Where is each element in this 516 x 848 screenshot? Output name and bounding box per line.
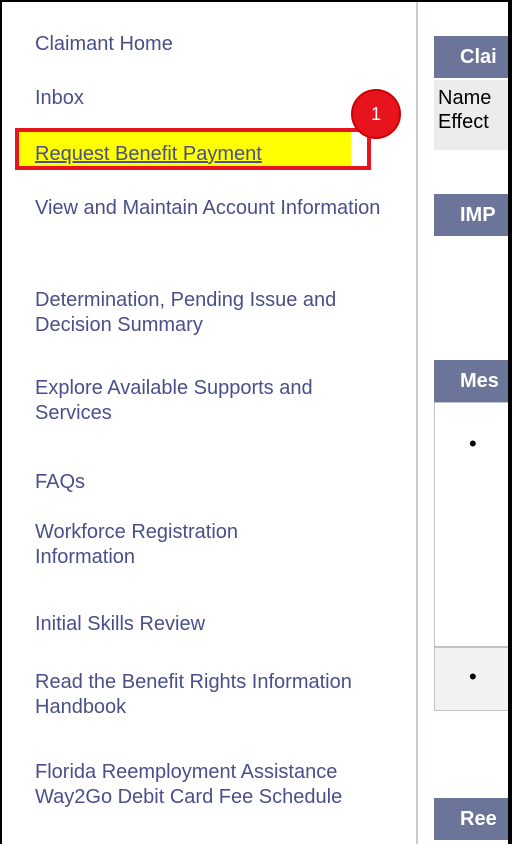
sidebar-item-initial-skills-review[interactable]: Initial Skills Review <box>35 612 205 637</box>
name-label: Name <box>438 87 492 109</box>
message-bullet: • <box>469 664 477 689</box>
annotation-step-badge: 1 <box>351 89 401 139</box>
sidebar-item-faqs[interactable]: FAQs <box>35 470 85 495</box>
reemployment-section-header: Ree <box>434 798 508 840</box>
sidebar-item-determination-summary[interactable]: Determination, Pending Issue and Decisio… <box>35 288 415 338</box>
effective-date-label: Effect <box>438 111 489 133</box>
sidebar-item-way2go-fee-schedule[interactable]: Florida Reemployment Assistance Way2Go D… <box>35 760 355 810</box>
sidebar-nav: Claimant Home Inbox Request Benefit Paym… <box>2 2 416 844</box>
message-box-primary: • <box>434 402 508 647</box>
sidebar-item-inbox[interactable]: Inbox <box>35 86 84 111</box>
annotation-highlight-box <box>15 128 371 170</box>
sidebar-item-benefit-rights-handbook[interactable]: Read the Benefit Rights Information Hand… <box>35 670 355 720</box>
browser-frame: Claimant Home Inbox Request Benefit Paym… <box>0 0 512 844</box>
claim-info-box: Name Effect <box>434 80 508 150</box>
message-bullet: • <box>469 431 477 456</box>
messages-section-header: Mes <box>434 360 508 402</box>
main-content: Clai Name Effect IMP Mes • • Ree <box>418 2 508 844</box>
message-box-secondary: • <box>434 647 508 711</box>
sidebar-item-view-maintain-account[interactable]: View and Maintain Account Information <box>35 196 395 221</box>
sidebar-item-workforce-registration[interactable]: Workforce Registration Information <box>35 520 335 570</box>
claim-section-header: Clai <box>434 36 508 78</box>
sidebar-item-claimant-home[interactable]: Claimant Home <box>35 32 173 57</box>
important-section-header: IMP <box>434 194 508 236</box>
sidebar-item-explore-supports[interactable]: Explore Available Supports and Services <box>35 376 355 426</box>
